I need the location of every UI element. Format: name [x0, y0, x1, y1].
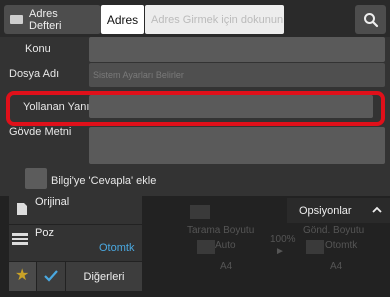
- scan-size-paper-icon: [197, 240, 215, 254]
- address-book-button[interactable]: Adres Defteri: [4, 5, 101, 34]
- highlight-box: [6, 91, 385, 126]
- gond-boyutu-paper: A4: [330, 261, 343, 272]
- dosya-adi-label: Dosya Adı: [9, 68, 60, 80]
- poz-value: Otomtk: [99, 242, 135, 254]
- opsiyonlar-button[interactable]: Opsiyonlar: [287, 198, 390, 223]
- tarama-boyutu-paper: A4: [220, 261, 233, 272]
- dosya-adi-field[interactable]: Sistem Ayarları Belirler: [89, 63, 385, 87]
- scan-size-icon: [190, 205, 210, 219]
- orijinal-label: Orijinal: [35, 196, 70, 208]
- address-book-icon: [10, 15, 23, 24]
- star-icon: ★: [15, 267, 30, 284]
- digerleri-button[interactable]: Diğerleri: [66, 262, 142, 291]
- tarama-boyutu-label: Tarama Boyutu: [187, 225, 255, 236]
- konu-label: Konu: [25, 43, 51, 55]
- send-size-paper-icon: [306, 240, 324, 254]
- gond-boyutu-value: Otomtk: [325, 240, 358, 251]
- zoom-value: 100%: [270, 234, 296, 245]
- reply-to-cc-label: Bilgi'ye 'Cevapla' ekle: [51, 175, 157, 187]
- govde-metni-label: Gövde Metni: [9, 126, 72, 138]
- opsiyonlar-label: Opsiyonlar: [299, 204, 352, 217]
- govde-metni-field[interactable]: [89, 127, 385, 164]
- poz-label: Poz: [35, 227, 54, 239]
- orijinal-button[interactable]: Orijinal: [9, 196, 142, 224]
- favorite-button[interactable]: ★: [9, 262, 36, 291]
- address-book-label-line1: Adres: [29, 7, 58, 20]
- gond-boyutu-label: Gönd. Boyutu: [303, 225, 365, 236]
- address-input[interactable]: Adres Girmek için dokunun: [145, 5, 284, 34]
- poz-button[interactable]: Poz Otomtk: [9, 225, 142, 261]
- reply-to-cc-checkbox[interactable]: [25, 168, 47, 189]
- chevron-up-icon: [372, 206, 382, 213]
- address-book-label-line2: Defteri: [29, 19, 62, 32]
- document-icon: [17, 203, 27, 215]
- konu-field[interactable]: [89, 37, 385, 62]
- check-icon: [44, 270, 58, 282]
- tarama-boyutu-value: Auto: [215, 240, 236, 251]
- confirm-button[interactable]: [37, 262, 65, 291]
- arrow-right-icon: ►: [275, 246, 285, 257]
- adres-tab[interactable]: Adres: [101, 5, 144, 34]
- search-button[interactable]: [355, 5, 386, 34]
- exposure-icon: [12, 233, 28, 245]
- search-icon: [363, 12, 378, 27]
